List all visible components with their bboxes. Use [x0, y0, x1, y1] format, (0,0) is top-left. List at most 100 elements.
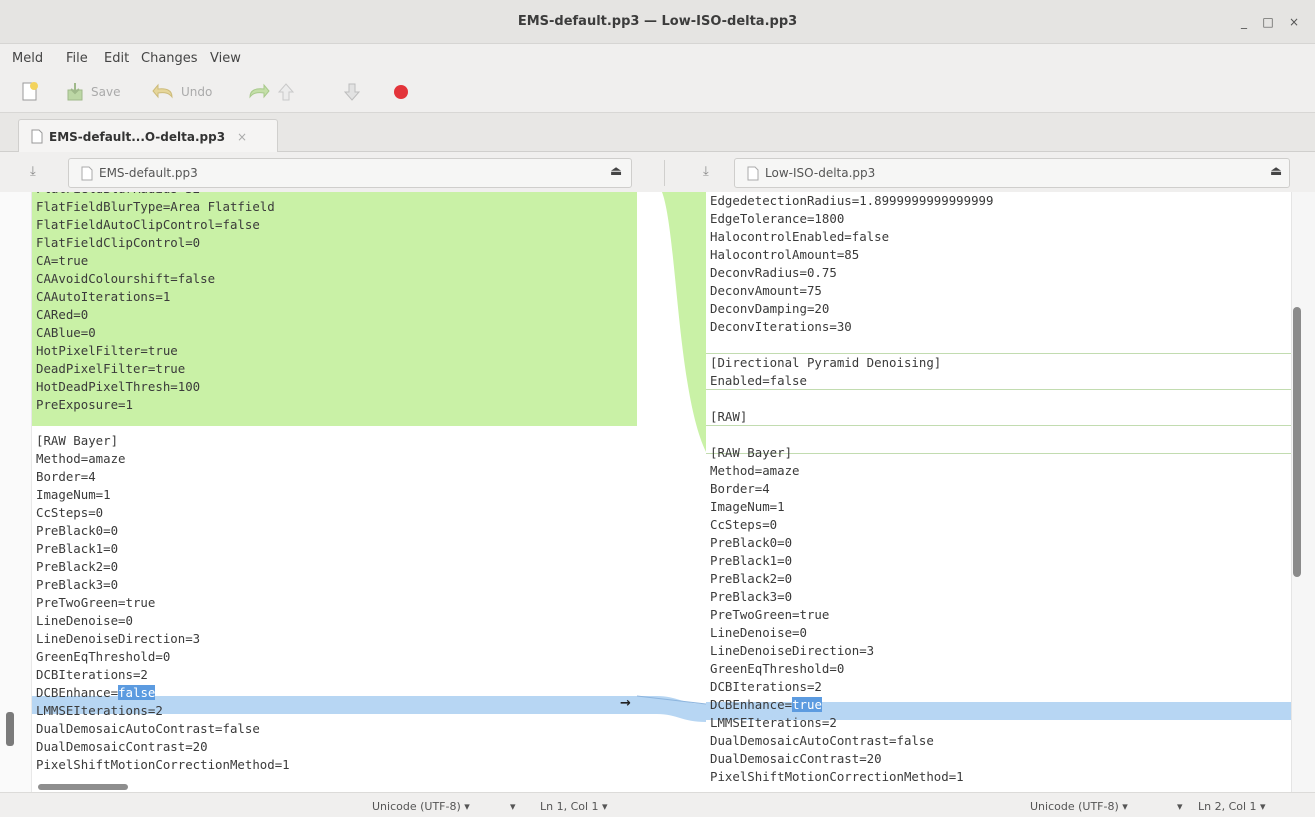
code-line[interactable]: ImageNum=1 — [36, 486, 290, 504]
left-encoding-selector[interactable]: Unicode (UTF-8) ▾ — [372, 800, 470, 813]
code-line[interactable]: LMMSEIterations=2 — [710, 714, 993, 732]
code-line[interactable]: PreBlack3=0 — [710, 588, 993, 606]
code-line[interactable]: DCBEnhance=true — [710, 696, 993, 714]
stop-button[interactable] — [392, 80, 410, 104]
code-line[interactable]: HotDeadPixelThresh=100 — [36, 378, 290, 396]
code-line[interactable] — [710, 390, 993, 408]
code-line[interactable]: EdgeTolerance=1800 — [710, 210, 993, 228]
menu-view[interactable]: View — [210, 51, 241, 66]
code-line[interactable]: PixelShiftMotionCorrectionMethod=1 — [710, 768, 993, 786]
left-code[interactable]: FlatFieldBlurRadius=32FlatFieldBlurType=… — [32, 192, 290, 774]
minimize-button[interactable]: _ — [1235, 13, 1253, 31]
code-line[interactable]: PreBlack0=0 — [36, 522, 290, 540]
code-line[interactable]: LMMSEIterations=2 — [36, 702, 290, 720]
tab-close-button[interactable]: × — [237, 130, 247, 144]
menu-edit[interactable]: Edit — [104, 51, 129, 66]
code-line[interactable]: PreBlack0=0 — [710, 534, 993, 552]
code-line[interactable]: PreBlack1=0 — [36, 540, 290, 558]
code-line[interactable]: PreExposure=1 — [36, 396, 290, 414]
code-line[interactable]: HalocontrolEnabled=false — [710, 228, 993, 246]
code-line[interactable]: DualDemosaicAutoContrast=false — [710, 732, 993, 750]
left-language-selector[interactable]: ▾ — [510, 800, 516, 813]
right-file-path[interactable]: Low-ISO-delta.pp3 — [734, 158, 1290, 188]
code-line[interactable]: CABlue=0 — [36, 324, 290, 342]
code-line[interactable]: HotPixelFilter=true — [36, 342, 290, 360]
eject-icon[interactable]: ⏏ — [610, 164, 622, 179]
right-code[interactable]: EdgedetectionRadius=1.8999999999999999 Ed… — [706, 192, 993, 786]
code-line[interactable]: LineDenoise=0 — [36, 612, 290, 630]
new-comparison-button[interactable] — [20, 80, 40, 104]
code-line[interactable]: ImageNum=1 — [710, 498, 993, 516]
right-editor[interactable]: EdgedetectionRadius=1.8999999999999999 Ed… — [706, 192, 1291, 792]
close-button[interactable]: × — [1285, 13, 1303, 31]
code-line[interactable]: CA=true — [36, 252, 290, 270]
code-line[interactable]: Border=4 — [710, 480, 993, 498]
code-line[interactable] — [710, 426, 993, 444]
menu-file[interactable]: File — [66, 51, 88, 66]
code-line[interactable]: Border=4 — [36, 468, 290, 486]
vertical-scrollbar[interactable] — [1293, 307, 1301, 577]
code-line[interactable]: DeconvIterations=30 — [710, 318, 993, 336]
code-line[interactable]: DeconvRadius=0.75 — [710, 264, 993, 282]
menu-meld[interactable]: Meld — [12, 51, 43, 66]
code-line[interactable]: FlatFieldBlurType=Area Flatfield — [36, 198, 290, 216]
code-line[interactable]: DualDemosaicContrast=20 — [710, 750, 993, 768]
left-cursor-position[interactable]: Ln 1, Col 1 ▾ — [540, 800, 608, 813]
code-line[interactable]: DCBIterations=2 — [36, 666, 290, 684]
code-line[interactable] — [36, 414, 290, 432]
left-scroll-marker[interactable] — [6, 712, 14, 746]
right-cursor-position[interactable]: Ln 2, Col 1 ▾ — [1198, 800, 1266, 813]
code-line[interactable]: PixelShiftMotionCorrectionMethod=1 — [36, 756, 290, 774]
next-change-button[interactable] — [342, 80, 362, 104]
redo-button[interactable] — [246, 80, 270, 104]
code-line[interactable]: PreBlack2=0 — [36, 558, 290, 576]
right-language-selector[interactable]: ▾ — [1177, 800, 1183, 813]
code-line[interactable]: DeadPixelFilter=true — [36, 360, 290, 378]
code-line[interactable]: Method=amaze — [36, 450, 290, 468]
code-line[interactable]: DeconvDamping=20 — [710, 300, 993, 318]
code-line[interactable]: DualDemosaicAutoContrast=false — [36, 720, 290, 738]
code-line[interactable]: [RAW Bayer] — [36, 432, 290, 450]
code-line[interactable]: LineDenoise=0 — [710, 624, 993, 642]
menu-changes[interactable]: Changes — [141, 51, 198, 66]
code-line[interactable]: PreBlack3=0 — [36, 576, 290, 594]
code-line[interactable]: PreBlack2=0 — [710, 570, 993, 588]
save-button[interactable]: Save — [64, 80, 120, 104]
code-line[interactable] — [710, 336, 993, 354]
code-line[interactable]: [RAW] — [710, 408, 993, 426]
code-line[interactable]: FlatFieldAutoClipControl=false — [36, 216, 290, 234]
code-line[interactable]: HalocontrolAmount=85 — [710, 246, 993, 264]
code-line[interactable]: EdgedetectionRadius=1.8999999999999999 — [710, 192, 993, 210]
copy-right-arrow[interactable]: → — [620, 696, 631, 711]
code-line[interactable]: CcSteps=0 — [36, 504, 290, 522]
undo-button[interactable]: Undo — [152, 80, 212, 104]
code-line[interactable]: CAAutoIterations=1 — [36, 288, 290, 306]
code-line[interactable]: PreTwoGreen=true — [710, 606, 993, 624]
code-line[interactable]: DCBIterations=2 — [710, 678, 993, 696]
code-line[interactable]: CcSteps=0 — [710, 516, 993, 534]
code-line[interactable]: PreTwoGreen=true — [36, 594, 290, 612]
right-encoding-selector[interactable]: Unicode (UTF-8) ▾ — [1030, 800, 1128, 813]
code-line[interactable]: LineDenoiseDirection=3 — [710, 642, 993, 660]
code-line[interactable]: GreenEqThreshold=0 — [36, 648, 290, 666]
tab-comparison[interactable]: EMS-default...O-delta.pp3 × — [18, 119, 278, 153]
code-line[interactable]: DCBEnhance=false — [36, 684, 290, 702]
previous-change-button[interactable] — [276, 80, 296, 104]
code-line[interactable]: GreenEqThreshold=0 — [710, 660, 993, 678]
code-line[interactable]: Enabled=false — [710, 372, 993, 390]
left-file-path[interactable]: EMS-default.pp3 — [68, 158, 632, 188]
code-line[interactable]: [Directional Pyramid Denoising] — [710, 354, 993, 372]
download-icon[interactable]: ⤓ — [30, 164, 36, 179]
code-line[interactable]: DualDemosaicContrast=20 — [36, 738, 290, 756]
download-icon[interactable]: ⤓ — [703, 164, 709, 179]
code-line[interactable]: [RAW Bayer] — [710, 444, 993, 462]
code-line[interactable]: LineDenoiseDirection=3 — [36, 630, 290, 648]
code-line[interactable]: CAAvoidColourshift=false — [36, 270, 290, 288]
code-line[interactable]: PreBlack1=0 — [710, 552, 993, 570]
code-line[interactable]: CARed=0 — [36, 306, 290, 324]
maximize-button[interactable]: □ — [1259, 13, 1277, 31]
eject-icon[interactable]: ⏏ — [1270, 164, 1282, 179]
code-line[interactable]: Method=amaze — [710, 462, 993, 480]
left-editor[interactable]: FlatFieldBlurRadius=32FlatFieldBlurType=… — [32, 192, 637, 792]
code-line[interactable]: DeconvAmount=75 — [710, 282, 993, 300]
